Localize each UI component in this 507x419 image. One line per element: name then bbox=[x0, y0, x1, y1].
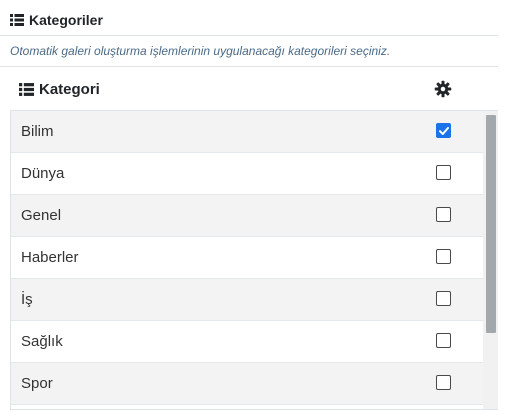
category-checkbox[interactable] bbox=[436, 291, 451, 306]
category-checkbox[interactable] bbox=[436, 207, 451, 222]
category-checkbox[interactable] bbox=[436, 333, 451, 348]
panel-title: Kategoriler bbox=[29, 12, 103, 28]
category-label: Sağlık bbox=[21, 333, 63, 350]
panel-header: Kategoriler bbox=[10, 10, 103, 30]
table-row[interactable]: İş bbox=[11, 279, 483, 321]
category-label: İş bbox=[21, 291, 33, 308]
category-label: Genel bbox=[21, 207, 62, 224]
category-checkbox[interactable] bbox=[436, 123, 451, 138]
category-checkbox[interactable] bbox=[436, 165, 451, 180]
table-row[interactable]: Genel bbox=[11, 195, 483, 237]
table-row[interactable]: Spor bbox=[11, 363, 483, 405]
table-row[interactable]: Haberler bbox=[11, 237, 483, 279]
category-list: Bilim Dünya Genel Haberler İş Sağlık Spor bbox=[10, 110, 498, 410]
table-row[interactable]: Sağlık bbox=[11, 321, 483, 363]
category-label: Bilim bbox=[21, 123, 54, 140]
list-icon bbox=[19, 83, 34, 96]
checkmark-icon bbox=[439, 127, 449, 135]
category-checkbox[interactable] bbox=[436, 249, 451, 264]
category-label: Haberler bbox=[21, 249, 79, 266]
category-label: Dünya bbox=[21, 165, 65, 182]
scrollbar[interactable] bbox=[483, 111, 498, 409]
column-title-label: Kategori bbox=[39, 81, 100, 98]
divider bbox=[0, 66, 498, 67]
table-row[interactable]: Dünya bbox=[11, 153, 483, 195]
panel-description: Otomatik galeri oluşturma işlemlerinin u… bbox=[10, 44, 391, 58]
list-icon bbox=[10, 14, 24, 26]
gear-icon[interactable] bbox=[434, 80, 452, 98]
category-checkbox[interactable] bbox=[436, 375, 451, 390]
table-row[interactable]: Bilim bbox=[11, 111, 483, 153]
scrollbar-thumb[interactable] bbox=[486, 115, 496, 333]
column-title: Kategori bbox=[19, 81, 100, 98]
divider bbox=[0, 35, 498, 36]
category-label: Spor bbox=[21, 375, 53, 392]
table-header: Kategori bbox=[10, 70, 498, 110]
